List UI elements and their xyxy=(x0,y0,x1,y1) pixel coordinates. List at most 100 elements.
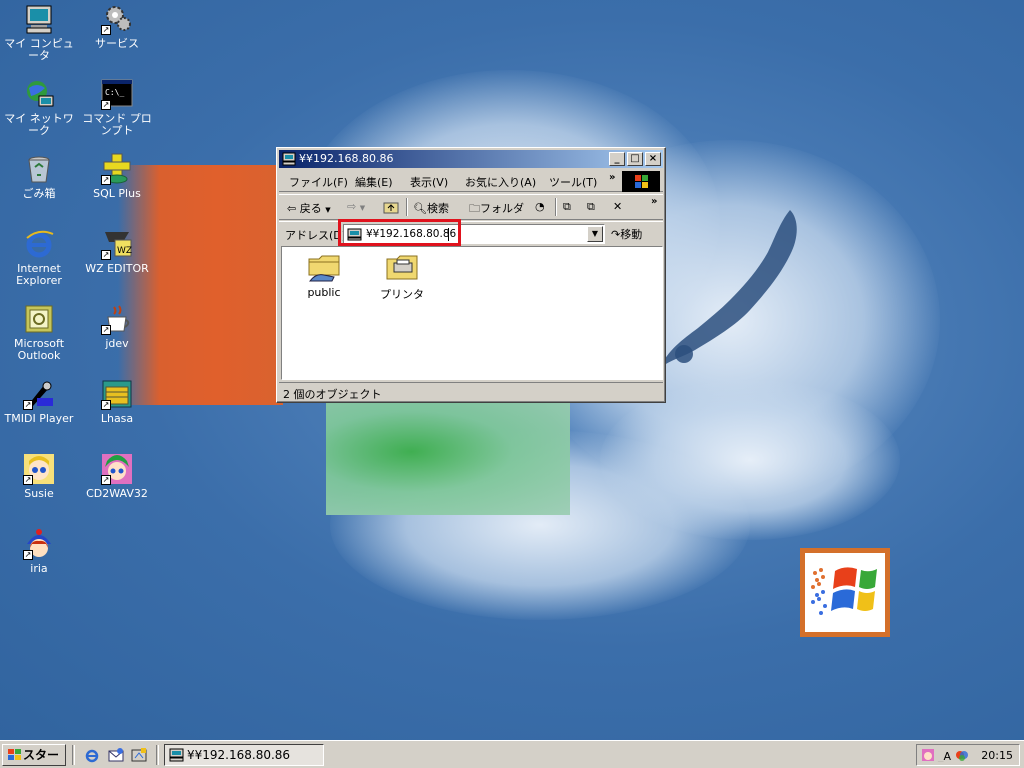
toolbar-overflow-chevron-icon[interactable]: » xyxy=(651,196,657,207)
shortcut-arrow-icon: ↗ xyxy=(101,325,111,335)
desktop-icon-tmidi[interactable]: ↗ TMIDI Player xyxy=(1,378,77,425)
desktop-icon-recycle-bin[interactable]: ごみ箱 xyxy=(1,153,77,200)
wallpaper-cloud xyxy=(600,380,900,540)
desktop-icon-services[interactable]: ↗ サービス xyxy=(79,3,155,50)
quicklaunch-show-desktop-icon[interactable] xyxy=(131,747,147,763)
desktop-icon-lhasa[interactable]: ↗ Lhasa xyxy=(79,378,155,425)
back-label: 戻る xyxy=(299,202,322,215)
copy-to-icon: ⧉ xyxy=(587,200,595,213)
jdev-icon: ↗ xyxy=(101,303,133,335)
system-tray: _A 20:15 xyxy=(916,744,1020,766)
back-button[interactable]: ⇦ 戻る ▼ xyxy=(287,200,331,216)
file-name: プリンタ xyxy=(380,288,424,301)
window-titlebar[interactable]: ¥¥192.168.80.86 _ □ × xyxy=(279,150,663,168)
copy-to-button[interactable]: ⧉ xyxy=(587,200,595,214)
forward-button[interactable]: ⇨ ▼ xyxy=(347,200,365,213)
desktop-icon-outlook[interactable]: Microsoft Outlook xyxy=(1,303,77,362)
status-bar: 2 個のオブジェクト xyxy=(279,382,663,401)
explorer-window[interactable]: ¥¥192.168.80.86 _ □ × ファイル(F) 編集(E) 表示(V… xyxy=(276,147,666,403)
shortcut-arrow-icon: ↗ xyxy=(101,100,111,110)
menu-edit[interactable]: 編集(E) xyxy=(355,174,393,190)
desktop-icon-label: jdev xyxy=(105,337,129,350)
shortcut-arrow-icon: ↗ xyxy=(101,400,111,410)
search-button[interactable]: 🔍︎検索 xyxy=(413,200,449,216)
desktop-icon-network[interactable]: マイ ネットワーク xyxy=(1,78,77,137)
search-label: 検索 xyxy=(426,202,449,215)
folders-button[interactable]: 🗀フォルダ xyxy=(469,200,524,219)
desktop-icon-wz-editor[interactable]: WZ ↗ WZ EDITOR xyxy=(79,228,155,275)
quicklaunch-ie-icon[interactable] xyxy=(84,747,100,763)
outlook-icon xyxy=(23,303,55,335)
address-dropdown-icon[interactable]: ▼ xyxy=(587,226,603,242)
file-item-printers[interactable]: プリンタ xyxy=(370,251,434,302)
desktop-icon-label: マイ ネットワーク xyxy=(4,112,74,137)
menu-file[interactable]: ファイル(F) xyxy=(289,174,348,190)
start-button[interactable]: スタート xyxy=(2,744,66,766)
desktop-icon-cd2wav32[interactable]: ↗ CD2WAV32 xyxy=(79,453,155,500)
desktop-icon-label: Lhasa xyxy=(100,412,134,425)
shortcut-arrow-icon: ↗ xyxy=(23,400,33,410)
go-button[interactable]: ↷移動 xyxy=(611,226,642,242)
minimize-button[interactable]: _ xyxy=(609,152,625,166)
history-button[interactable]: ◔ xyxy=(535,200,545,213)
shortcut-arrow-icon: ↗ xyxy=(101,25,111,35)
standard-toolbar: ⇦ 戻る ▼ ⇨ ▼ 🔍︎検索 🗀フォルダ ◔ ⧉ ⧉ ✕ » xyxy=(279,194,663,220)
menu-tools[interactable]: ツール(T) xyxy=(549,174,597,190)
file-item-public[interactable]: public xyxy=(292,251,356,299)
desktop-icon-my-computer[interactable]: マイ コンピュータ xyxy=(1,3,77,62)
menu-overflow-chevron-icon[interactable]: » xyxy=(609,172,615,183)
desktop-icon-susie[interactable]: ↗ Susie xyxy=(1,453,77,500)
tray-ime-icon[interactable]: _A xyxy=(937,748,951,762)
close-button[interactable]: × xyxy=(645,152,661,166)
start-label: スタート xyxy=(23,748,60,762)
taskbar-separator xyxy=(156,745,159,765)
desktop-icon-iria[interactable]: ↗ iria xyxy=(1,528,77,575)
desktop-icon-command-prompt[interactable]: C:\_ ↗ コマンド プロンプト xyxy=(79,78,155,137)
file-view[interactable]: public プリンタ xyxy=(281,246,663,380)
desktop-icon-label: iria xyxy=(30,562,48,575)
wallpaper-green-block xyxy=(326,400,570,515)
address-label: アドレス(D) xyxy=(285,229,347,242)
menu-bar: ファイル(F) 編集(E) 表示(V) お気に入り(A) ツール(T) » xyxy=(279,170,663,192)
desktop-icon-label: サービス xyxy=(95,37,139,50)
desktop-icon-label: WZ EDITOR xyxy=(85,262,149,275)
wallpaper-orange-block xyxy=(118,165,283,405)
address-highlight-box xyxy=(338,219,461,246)
quicklaunch-outlook-express-icon[interactable] xyxy=(108,747,124,763)
move-to-button[interactable]: ⧉ xyxy=(563,200,571,214)
clock[interactable]: 20:15 xyxy=(981,749,1013,762)
desktop-icon-jdev[interactable]: ↗ jdev xyxy=(79,303,155,350)
desktop-icon-label: ごみ箱 xyxy=(22,187,56,200)
taskbar-window-label: ¥¥192.168.80.86 xyxy=(187,748,291,762)
cd2wav32-icon: ↗ xyxy=(101,453,133,485)
search-icon: 🔍︎ xyxy=(413,202,427,215)
desktop-icon-label: TMIDI Player xyxy=(4,412,74,425)
tray-app-icon[interactable] xyxy=(921,748,935,762)
tray-display-icon[interactable] xyxy=(955,748,969,762)
toolbar-separator xyxy=(406,198,408,216)
svg-text:_A: _A xyxy=(937,750,951,762)
address-bar: アドレス(D) ¥¥192.168.80.86 ▼ ↷移動 xyxy=(279,221,663,245)
shortcut-arrow-icon: ↗ xyxy=(23,550,33,560)
maximize-button[interactable]: □ xyxy=(627,152,643,166)
menu-view[interactable]: 表示(V) xyxy=(410,174,448,190)
shortcut-arrow-icon: ↗ xyxy=(23,475,33,485)
command-prompt-icon: C:\_ ↗ xyxy=(101,78,133,110)
iria-icon: ↗ xyxy=(23,528,55,560)
taskbar-window-button[interactable]: ¥¥192.168.80.86 xyxy=(164,744,324,766)
windows-throbber-icon xyxy=(622,171,660,192)
tmidi-player-icon: ↗ xyxy=(23,378,55,410)
desktop-icon-sql-plus[interactable]: ↗ SQL Plus xyxy=(79,153,155,200)
desktop-icon-label: Susie xyxy=(24,487,54,500)
desktop-icon-label: Microsoft Outlook xyxy=(13,337,65,362)
delete-button[interactable]: ✕ xyxy=(613,200,622,213)
menu-favorites[interactable]: お気に入り(A) xyxy=(465,174,536,190)
shortcut-arrow-icon: ↗ xyxy=(101,475,111,485)
recycle-bin-icon xyxy=(23,153,55,185)
go-arrow-icon: ↷ xyxy=(611,228,621,241)
up-folder-icon[interactable] xyxy=(383,200,399,217)
window-title: ¥¥192.168.80.86 xyxy=(299,152,394,165)
desktop-icon-internet-explorer[interactable]: Internet Explorer xyxy=(1,228,77,287)
svg-text:WZ: WZ xyxy=(117,246,132,256)
delete-icon: ✕ xyxy=(613,200,623,213)
